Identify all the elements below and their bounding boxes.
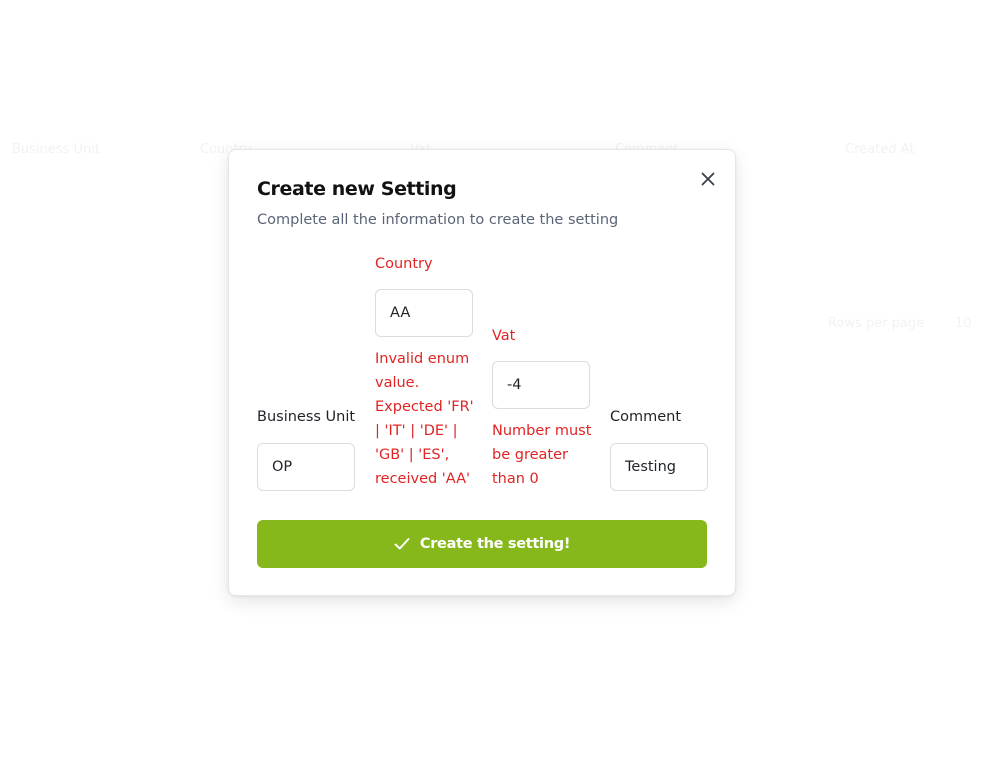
vat-input[interactable] (492, 361, 590, 409)
business-unit-input[interactable] (257, 443, 355, 491)
create-setting-dialog: Create new Setting Complete all the info… (228, 149, 736, 596)
vat-error-message: Number must be greater than 0 (492, 423, 592, 487)
bg-rows-per-page-label: Rows per page (828, 316, 925, 331)
create-setting-button[interactable]: Create the setting! (257, 520, 707, 568)
check-icon (394, 538, 410, 550)
business-unit-label: Business Unit (257, 409, 356, 425)
bg-rows-per-page-value: 10 (955, 316, 972, 331)
comment-input[interactable] (610, 443, 708, 491)
vat-label: Vat (492, 328, 516, 344)
dialog-title: Create new Setting (257, 178, 457, 200)
close-icon (701, 172, 715, 186)
create-setting-button-label: Create the setting! (419, 536, 571, 552)
bg-column-header: Created At (845, 142, 915, 157)
country-error-message: Invalid enum value. Expected 'FR' | 'IT'… (375, 351, 474, 487)
dialog-subtitle: Complete all the information to create t… (257, 212, 619, 228)
country-label: Country (375, 256, 433, 272)
bg-column-header: Business Unit (12, 142, 100, 157)
comment-label: Comment (610, 409, 682, 425)
close-button[interactable] (695, 166, 721, 192)
country-input[interactable] (375, 289, 473, 337)
